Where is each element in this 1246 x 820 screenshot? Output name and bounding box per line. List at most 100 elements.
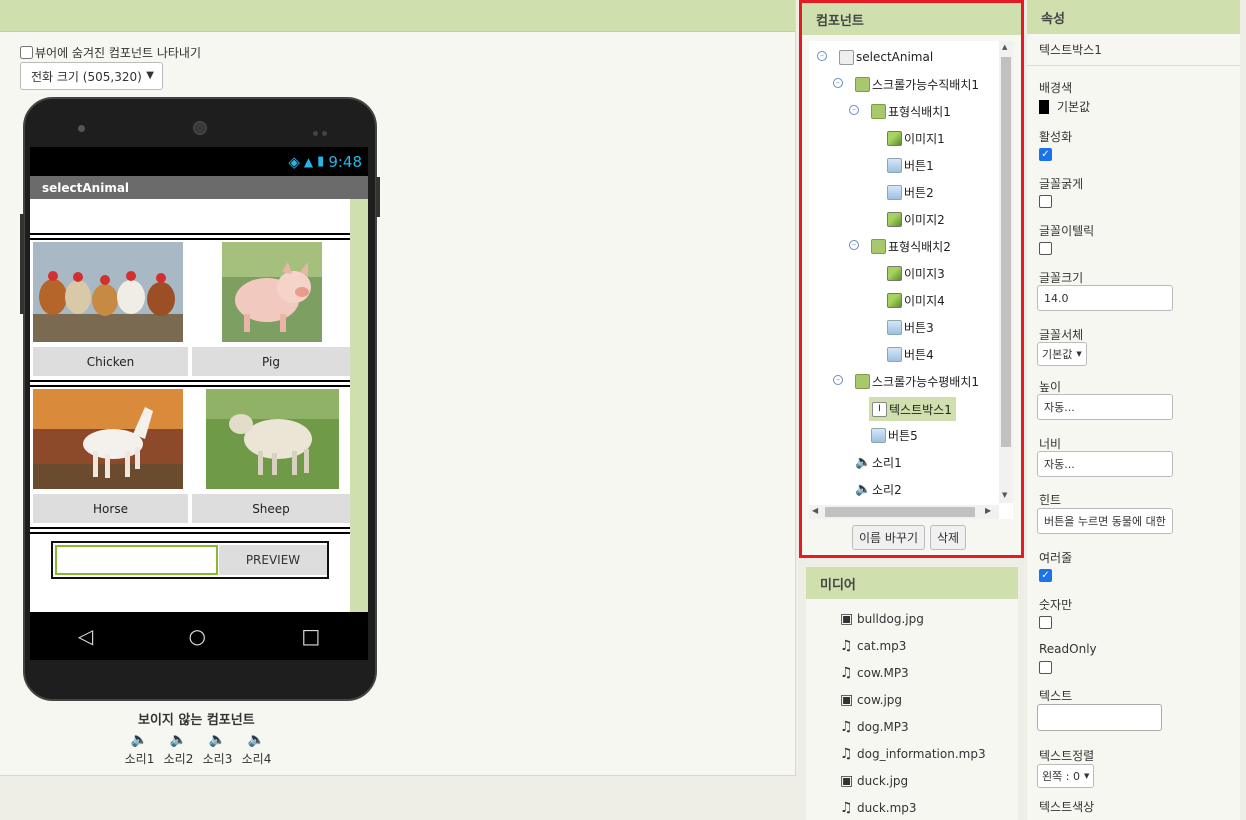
font-bold-checkbox[interactable]	[1039, 195, 1052, 208]
width-input[interactable]: 자동...	[1037, 451, 1173, 477]
media-item[interactable]: ▣ duck.jpg	[840, 773, 908, 789]
tree-node-button5[interactable]: 버튼5	[871, 424, 918, 446]
back-icon[interactable]: ◁	[78, 624, 93, 648]
phone-size-select[interactable]: 전화 크기 (505,320) ▼	[20, 62, 163, 90]
pig-button-label: Pig	[262, 354, 280, 369]
rename-button-label: 이름 바꾸기	[859, 531, 919, 545]
media-item[interactable]: ♫ dog.MP3	[840, 719, 909, 735]
tree-node-button1[interactable]: 버튼1	[887, 154, 934, 176]
tree-node-hscroll[interactable]: – 스크롤가능수평배치1	[833, 370, 979, 392]
media-item-label: cow.jpg	[857, 693, 903, 707]
scroll-right-icon[interactable]: ▶	[985, 506, 991, 515]
font-size-input[interactable]: 14.0	[1037, 285, 1173, 311]
tree-node-label: 버튼5	[888, 428, 918, 443]
media-item[interactable]: ▣ cow.jpg	[840, 692, 902, 708]
tree-node-image3[interactable]: 이미지3	[887, 262, 945, 284]
hint-label: 힌트	[1039, 493, 1062, 507]
tree-node-table2[interactable]: – 표형식배치2	[849, 235, 951, 257]
media-title: 미디어	[806, 567, 1018, 599]
typeface-dropdown[interactable]: 기본값 ▼	[1037, 342, 1087, 366]
collapse-icon[interactable]: –	[849, 105, 859, 115]
hint-input[interactable]: 버튼을 누르면 동물에 대한	[1037, 508, 1173, 534]
tree-node-sound2[interactable]: 🔈 소리2	[855, 478, 902, 500]
divider	[30, 233, 350, 235]
tree-horizontal-scrollbar[interactable]: ◀ ▶	[809, 505, 999, 519]
horse-button[interactable]: Horse	[33, 494, 188, 523]
components-panel: 컴포넌트 – selectAnimal – 스크롤가능수직배치1 – 표형식배치1 이…	[799, 0, 1024, 558]
scroll-thumb[interactable]	[1001, 57, 1011, 447]
tree-node-label: 스크롤가능수직배치1	[872, 77, 979, 92]
scroll-horizontal-arrangement[interactable]: PREVIEW	[51, 541, 329, 579]
media-item[interactable]: ♫ duck.mp3	[840, 800, 917, 816]
tree-node-label: 버튼3	[904, 320, 934, 335]
sheep-button[interactable]: Sheep	[192, 494, 350, 523]
media-item[interactable]: ♫ cow.MP3	[840, 665, 909, 681]
multiline-checkbox[interactable]: ✓	[1039, 569, 1052, 582]
collapse-icon[interactable]: –	[817, 51, 827, 61]
tree-node-image2[interactable]: 이미지2	[887, 208, 945, 230]
background-color-picker[interactable]: 기본값	[1039, 98, 1090, 115]
tree-node-image4[interactable]: 이미지4	[887, 289, 945, 311]
pig-image[interactable]	[222, 242, 322, 342]
collapse-icon[interactable]: –	[833, 78, 843, 88]
height-input[interactable]: 자동...	[1037, 394, 1173, 420]
tree-node-label: 버튼2	[904, 185, 934, 200]
numbers-only-checkbox[interactable]	[1039, 616, 1052, 629]
scroll-thumb[interactable]	[825, 507, 975, 517]
sound-component[interactable]: 🔈 소리1	[124, 732, 155, 767]
collapse-icon[interactable]: –	[849, 240, 859, 250]
screen-scrollbar[interactable]	[350, 199, 368, 612]
media-item[interactable]: ▣ bulldog.jpg	[840, 611, 924, 627]
show-hidden-components-checkbox[interactable]: 뷰어에 숨겨진 컴포넌트 나타내기	[20, 44, 201, 61]
rename-button[interactable]: 이름 바꾸기	[852, 525, 926, 550]
tree-node-sound1[interactable]: 🔈 소리1	[855, 451, 902, 473]
chevron-down-icon: ▼	[146, 70, 154, 81]
tree-node-label: 표형식배치1	[888, 104, 951, 119]
chicken-image[interactable]	[33, 242, 183, 342]
tree-node-vscroll[interactable]: – 스크롤가능수직배치1	[833, 73, 979, 95]
component-actions: 이름 바꾸기 삭제	[852, 525, 967, 550]
tree-node-button4[interactable]: 버튼4	[887, 343, 934, 365]
media-item[interactable]: ♫ dog_information.mp3	[840, 746, 986, 762]
tree-node-table1[interactable]: – 표형식배치1	[849, 100, 951, 122]
horse-image[interactable]	[33, 389, 183, 489]
tree-node-image1[interactable]: 이미지1	[887, 127, 945, 149]
tree-node-screen[interactable]: – selectAnimal	[817, 46, 933, 68]
height-value: 자동...	[1044, 401, 1075, 414]
button-icon	[887, 184, 902, 200]
readonly-checkbox[interactable]	[1039, 661, 1052, 674]
components-tree[interactable]: – selectAnimal – 스크롤가능수직배치1 – 표형식배치1 이미지1 버…	[809, 41, 1013, 519]
sound-component[interactable]: 🔈 소리3	[202, 732, 233, 767]
collapse-icon[interactable]: –	[833, 375, 843, 385]
sound-icon: 🔈	[247, 732, 266, 748]
scroll-up-icon[interactable]: ▲	[1002, 43, 1007, 51]
pig-button[interactable]: Pig	[192, 347, 350, 376]
text-align-dropdown[interactable]: 왼쪽 : 0 ▼	[1037, 764, 1095, 788]
sound-component[interactable]: 🔈 소리2	[163, 732, 194, 767]
tree-node-button2[interactable]: 버튼2	[887, 181, 934, 203]
preview-button[interactable]: PREVIEW	[219, 545, 327, 575]
show-hidden-checkbox-input[interactable]	[20, 46, 33, 59]
delete-button[interactable]: 삭제	[930, 525, 967, 550]
textbox[interactable]	[55, 545, 218, 575]
tree-node-textbox1-selected[interactable]: I 텍스트박스1	[869, 397, 956, 421]
music-file-icon: ♫	[840, 665, 853, 681]
tree-node-button3[interactable]: 버튼3	[887, 316, 934, 338]
home-icon[interactable]: ○	[189, 624, 206, 648]
wifi-icon: ◈	[288, 152, 300, 171]
font-italic-checkbox[interactable]	[1039, 242, 1052, 255]
text-align-label: 텍스트정렬	[1039, 749, 1095, 763]
media-panel: 미디어 ▣ bulldog.jpg ♫ cat.mp3 ♫ cow.MP3 ▣ cow.…	[806, 567, 1018, 820]
text-textarea[interactable]	[1037, 704, 1162, 731]
tree-vertical-scrollbar[interactable]: ▲ ▼	[999, 41, 1013, 503]
scroll-left-icon[interactable]: ◀	[812, 506, 818, 515]
sound-component[interactable]: 🔈 소리4	[241, 732, 272, 767]
media-item[interactable]: ♫ cat.mp3	[840, 638, 906, 654]
sheep-image[interactable]	[206, 389, 339, 489]
recents-icon[interactable]: □	[301, 624, 320, 648]
typeface-value: 기본값	[1042, 348, 1073, 361]
enabled-checkbox[interactable]: ✓	[1039, 148, 1052, 161]
chicken-button[interactable]: Chicken	[33, 347, 188, 376]
scroll-down-icon[interactable]: ▼	[1002, 491, 1007, 499]
scroll-vertical-arrangement[interactable]: Chicken Pig Horse Sheep PREVIEW	[30, 199, 350, 612]
